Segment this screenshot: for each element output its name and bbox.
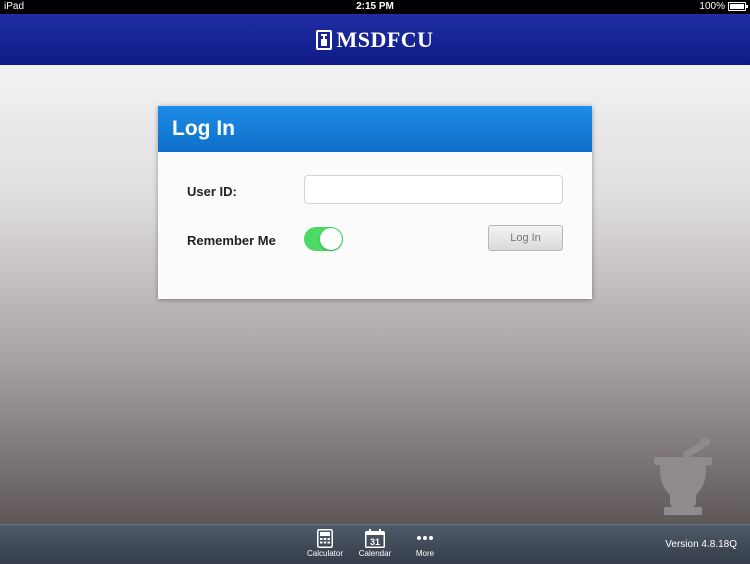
- calculator-icon: [317, 528, 333, 548]
- tab-calendar[interactable]: 31 Calendar: [350, 528, 400, 562]
- version-label: Version 4.8.18Q: [665, 539, 737, 550]
- remember-me-label: Remember Me: [187, 233, 276, 248]
- userid-label: User ID:: [187, 184, 237, 199]
- battery-percent: 100%: [699, 1, 725, 12]
- login-panel: Log In User ID: Remember Me Log In: [158, 106, 592, 299]
- tab-bar: Calculator 31 Calendar More Version 4.8.…: [0, 524, 750, 564]
- login-button[interactable]: Log In: [488, 225, 563, 251]
- toggle-knob: [320, 228, 342, 250]
- calendar-icon: 31: [365, 528, 385, 548]
- calendar-day: 31: [370, 537, 380, 547]
- tab-calculator[interactable]: Calculator: [300, 528, 350, 562]
- login-title: Log In: [172, 117, 235, 140]
- more-icon: [416, 528, 434, 548]
- app-header: MSDFCU: [0, 14, 750, 65]
- tab-label-calculator: Calculator: [306, 549, 343, 558]
- mortar-logo-icon: [316, 29, 333, 50]
- mortar-pestle-icon: [654, 437, 712, 515]
- tab-more[interactable]: More: [400, 528, 450, 562]
- remember-me-toggle[interactable]: [304, 227, 343, 251]
- battery-icon: [728, 2, 748, 11]
- status-bar: iPad 2:15 PM 100%: [0, 0, 750, 14]
- tab-label-more: More: [415, 549, 435, 558]
- battery-indicator: 100%: [699, 1, 748, 12]
- tab-label-calendar: Calendar: [358, 549, 392, 558]
- userid-input[interactable]: [304, 175, 563, 204]
- clock: 2:15 PM: [356, 1, 394, 12]
- main-content: Log In User ID: Remember Me Log In: [0, 65, 750, 524]
- login-panel-header: Log In: [158, 106, 592, 152]
- brand-logo: MSDFCU: [336, 26, 434, 52]
